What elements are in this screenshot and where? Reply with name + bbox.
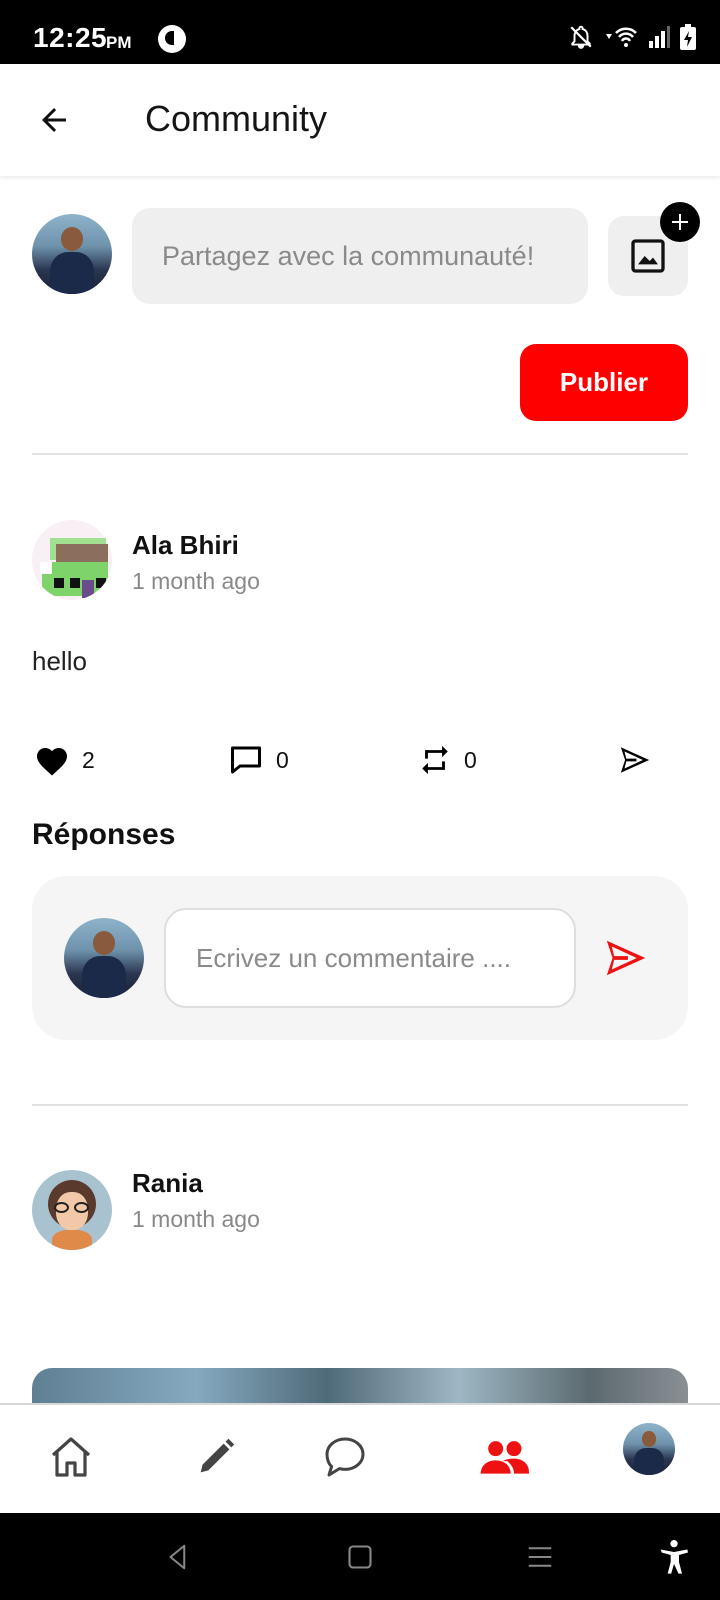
add-image-badge[interactable] bbox=[660, 202, 700, 242]
profile-avatar[interactable] bbox=[623, 1423, 675, 1475]
system-home-button[interactable] bbox=[338, 1535, 382, 1579]
chat-icon bbox=[325, 1437, 365, 1477]
bottom-nav bbox=[0, 1403, 720, 1513]
send-icon bbox=[606, 940, 646, 976]
replies-heading: Réponses bbox=[32, 818, 176, 851]
avatar bbox=[32, 214, 112, 294]
pencil-icon bbox=[200, 1438, 235, 1473]
send-comment-button[interactable] bbox=[594, 930, 658, 986]
signal-icon bbox=[649, 26, 670, 48]
publish-button[interactable]: Publier bbox=[520, 344, 688, 421]
post-composer-input[interactable]: Partagez avec la communauté! bbox=[132, 208, 588, 304]
nav-chat[interactable] bbox=[313, 1425, 377, 1489]
system-recents-button[interactable] bbox=[518, 1535, 562, 1579]
system-back-button[interactable] bbox=[156, 1535, 200, 1579]
system-nav-bar bbox=[0, 1513, 720, 1600]
accessibility-button[interactable] bbox=[652, 1535, 696, 1579]
square-home-icon bbox=[348, 1545, 372, 1569]
wifi-icon bbox=[606, 27, 637, 47]
divider bbox=[32, 453, 688, 455]
comment-count: 0 bbox=[276, 746, 289, 773]
author-avatar bbox=[32, 1170, 112, 1250]
post-image[interactable] bbox=[32, 1368, 688, 1408]
plus-icon bbox=[672, 214, 688, 230]
comment-button[interactable]: 0 bbox=[228, 740, 289, 780]
back-button[interactable] bbox=[30, 96, 78, 144]
battery-charging-icon bbox=[680, 24, 696, 50]
nav-community[interactable] bbox=[472, 1425, 536, 1489]
like-button[interactable]: 2 bbox=[34, 740, 95, 780]
page-title: Community bbox=[145, 98, 328, 139]
author-name[interactable]: Ala Bhiri bbox=[132, 530, 239, 561]
author-avatar bbox=[32, 520, 112, 600]
bell-off-icon bbox=[570, 25, 592, 49]
author-name[interactable]: Rania bbox=[132, 1168, 203, 1199]
status-bar: 12:25 PM bbox=[0, 0, 720, 64]
status-icons bbox=[568, 22, 696, 52]
app-bar: Community bbox=[0, 64, 720, 176]
like-count: 2 bbox=[82, 746, 95, 773]
send-icon bbox=[620, 747, 650, 773]
triangle-back-icon bbox=[169, 1544, 186, 1570]
status-ampm: PM bbox=[106, 33, 132, 52]
nav-write[interactable] bbox=[184, 1425, 248, 1489]
comment-input[interactable]: Ecrivez un commentaire .... bbox=[164, 908, 576, 1008]
arrow-left-icon bbox=[42, 108, 66, 132]
post-timestamp: 1 month ago bbox=[132, 1206, 260, 1232]
accessibility-icon bbox=[660, 1540, 688, 1574]
post-body: hello bbox=[32, 646, 87, 676]
repost-count: 0 bbox=[464, 746, 477, 773]
image-icon bbox=[631, 239, 665, 273]
share-button[interactable] bbox=[616, 740, 654, 780]
nav-home[interactable] bbox=[39, 1425, 103, 1489]
app-notification-icon bbox=[158, 25, 186, 53]
heart-icon bbox=[37, 748, 67, 776]
avatar bbox=[64, 918, 144, 998]
divider bbox=[32, 1104, 688, 1106]
comment-icon bbox=[231, 746, 261, 774]
menu-lines-icon bbox=[528, 1547, 552, 1567]
home-icon bbox=[51, 1437, 91, 1477]
community-icon bbox=[480, 1441, 529, 1474]
repost-icon bbox=[422, 745, 448, 775]
post-timestamp: 1 month ago bbox=[132, 568, 260, 594]
status-time: 12:25 bbox=[33, 22, 108, 53]
repost-button[interactable]: 0 bbox=[418, 740, 477, 780]
